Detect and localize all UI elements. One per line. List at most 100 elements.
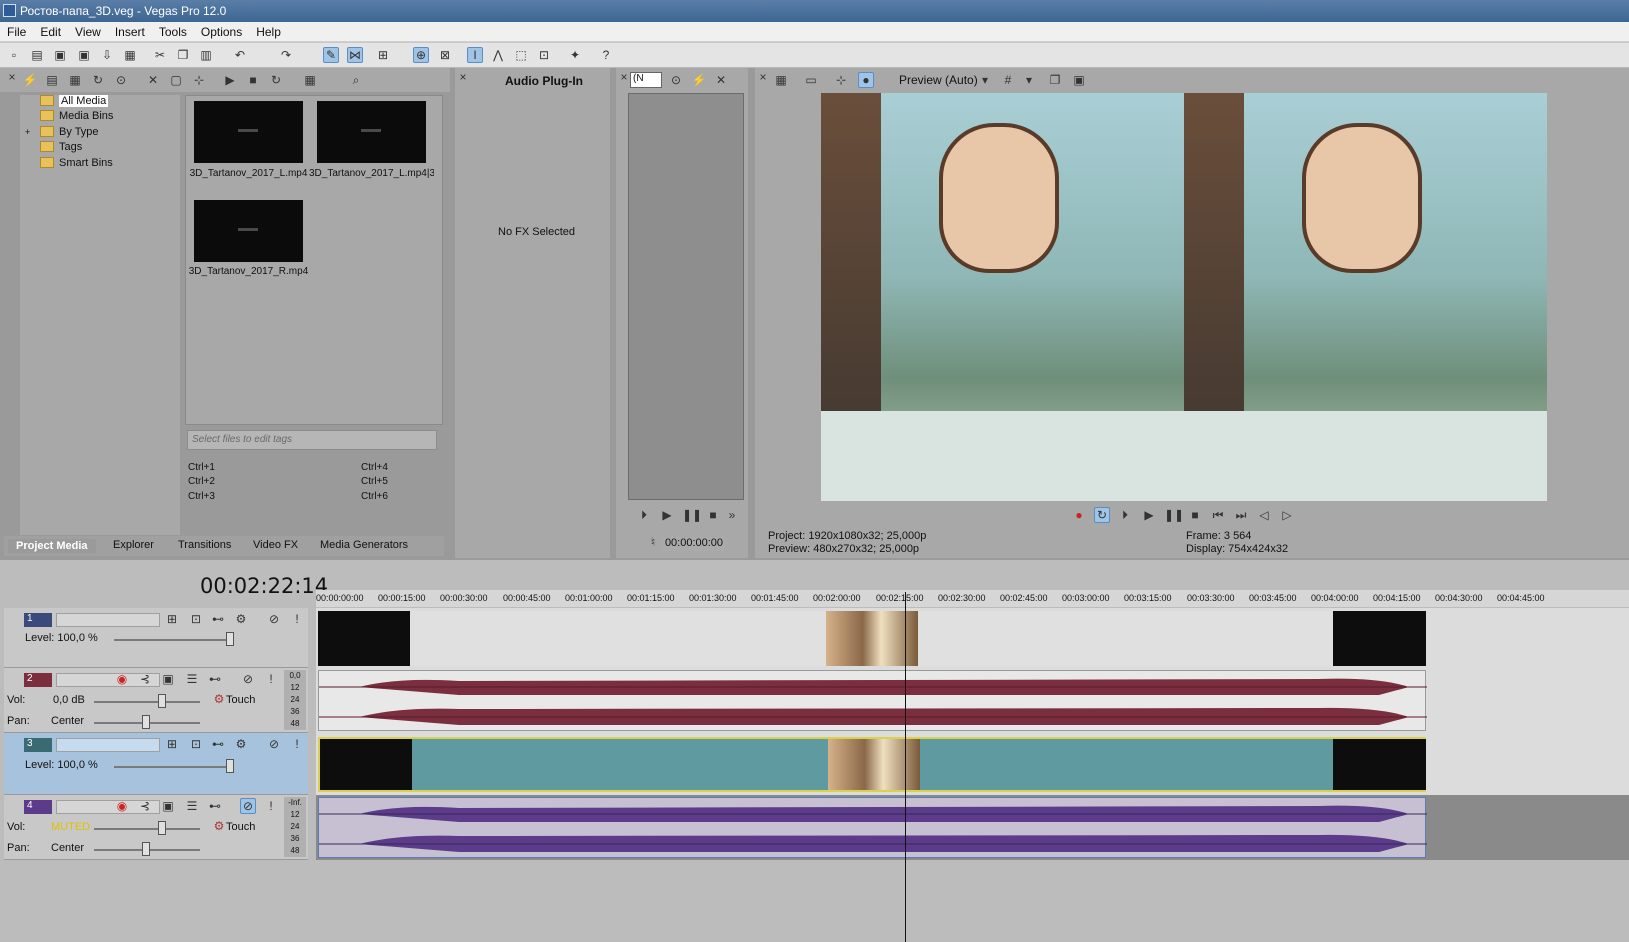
overlays-icon[interactable]: # (1000, 72, 1016, 88)
go-to-start-icon[interactable]: ⏮ (1210, 507, 1226, 523)
tab-video-fx[interactable]: Video FX (253, 539, 298, 551)
search-icon[interactable]: ⌕ (348, 72, 364, 88)
split-screen-icon[interactable]: ⊹ (833, 72, 849, 88)
timeline-cursor[interactable] (905, 592, 906, 942)
invert-phase-icon[interactable]: ⊰ (137, 671, 153, 687)
trimmer-dropdown[interactable]: (N (630, 72, 662, 88)
automation-mode[interactable]: Touch (226, 694, 255, 706)
refresh-icon[interactable]: ↻ (90, 72, 106, 88)
volume-slider[interactable] (94, 701, 200, 703)
media-fx-icon[interactable]: ⊙ (668, 72, 684, 88)
open-icon[interactable]: ▤ (29, 47, 45, 63)
mute-icon[interactable]: ⊘ (266, 736, 282, 752)
track-lane-3[interactable] (316, 733, 1629, 795)
next-frame-icon[interactable]: ▷ (1279, 507, 1295, 523)
track-header-1[interactable]: 1 Level: 100,0 % ⊞ ⊡ ⊷ ⚙ ⊘ ! (4, 608, 308, 668)
audio-event[interactable] (318, 797, 1427, 858)
time-ruler[interactable]: 00:00:00:00 00:00:15:00 00:00:30:00 00:0… (316, 590, 1629, 607)
media-fx-icon[interactable]: ⊙ (113, 72, 129, 88)
send-icon[interactable]: ⊷ (207, 671, 223, 687)
automation-gear-icon[interactable]: ⚙ (211, 818, 227, 834)
tree-node-tags[interactable]: Tags (40, 141, 82, 156)
menu-help[interactable]: Help (249, 22, 288, 39)
whats-this-icon[interactable]: ? (598, 47, 614, 63)
media-plugins-icon[interactable]: ⊹ (191, 72, 207, 88)
menu-view[interactable]: View (68, 22, 108, 39)
tab-transitions[interactable]: Transitions (178, 539, 231, 551)
stop-icon[interactable]: ■ (1187, 507, 1203, 523)
media-thumbnail[interactable] (194, 101, 303, 163)
loop-playback-icon[interactable]: ↻ (1094, 507, 1110, 523)
tab-explorer[interactable]: Explorer (113, 539, 154, 551)
play-icon[interactable]: ▶ (1141, 507, 1157, 523)
automation-mode[interactable]: Touch (226, 821, 255, 833)
envelope-edit-icon[interactable]: ⋈ (347, 47, 363, 63)
tree-node-smart-bins[interactable]: Smart Bins (40, 157, 113, 172)
mute-icon[interactable]: ⊘ (240, 798, 256, 814)
arm-record-icon[interactable]: ◉ (114, 798, 130, 814)
video-event[interactable] (318, 737, 1426, 792)
track-fx-icon[interactable]: ▣ (160, 671, 176, 687)
chevron-down-icon[interactable]: ▾ (1021, 72, 1037, 88)
redo-icon[interactable]: ↷ (278, 47, 294, 63)
external-monitor-icon[interactable]: ▭ (803, 72, 819, 88)
track-lane-4[interactable] (316, 795, 1629, 860)
cut-icon[interactable]: ✂ (152, 47, 168, 63)
track-lane-2[interactable] (316, 668, 1629, 733)
chevron-down-icon[interactable]: ▾ (977, 72, 993, 88)
compositing-icon[interactable]: ⊞ (164, 611, 180, 627)
track-fx-icon[interactable]: ⚙ (233, 736, 249, 752)
go-to-end-icon[interactable]: ⏭ (1233, 507, 1249, 523)
play-icon[interactable]: ▶ (659, 507, 675, 523)
views-icon[interactable]: ▦ (302, 72, 318, 88)
snap-icon[interactable]: ⊞ (375, 47, 391, 63)
tab-media-generators[interactable]: Media Generators (320, 539, 408, 551)
video-event[interactable] (318, 611, 1426, 666)
arm-record-icon[interactable]: ◉ (114, 671, 130, 687)
tree-node-all-media[interactable]: All Media (40, 95, 109, 110)
audio-event[interactable] (318, 670, 1427, 731)
undo-icon[interactable]: ↶ (232, 47, 248, 63)
track-fx-icon[interactable]: ⚙ (233, 611, 249, 627)
mute-icon[interactable]: ⊘ (240, 671, 256, 687)
expand-icon[interactable]: + (25, 127, 30, 137)
volume-slider-knob[interactable] (158, 821, 166, 835)
lightning-icon[interactable]: ⚡ (691, 72, 707, 88)
level-slider-knob[interactable] (226, 759, 234, 773)
compositing-icon[interactable]: ⊞ (164, 736, 180, 752)
paste-icon[interactable]: ▥ (198, 47, 214, 63)
pause-icon[interactable]: ❚❚ (682, 507, 702, 523)
normal-edit-tool-icon[interactable]: I (467, 47, 483, 63)
mute-icon[interactable]: ⊘ (266, 611, 282, 627)
volume-slider[interactable] (94, 828, 200, 830)
level-slider[interactable] (114, 766, 234, 768)
track-name-field[interactable] (56, 613, 160, 627)
close-panel-icon[interactable]: × (455, 69, 471, 85)
copy-icon[interactable]: ❐ (175, 47, 191, 63)
menu-options[interactable]: Options (194, 22, 249, 39)
volume-slider-knob[interactable] (158, 694, 166, 708)
save-icon[interactable]: ▣ (52, 47, 68, 63)
track-motion-icon[interactable]: ⊡ (188, 736, 204, 752)
clear-icon[interactable]: ✕ (713, 72, 729, 88)
solo-icon[interactable]: ! (263, 798, 279, 814)
automation-gear-icon[interactable]: ⚙ (211, 691, 227, 707)
menu-edit[interactable]: Edit (33, 22, 68, 39)
envelope-tool-icon[interactable]: ⋀ (490, 47, 506, 63)
send-icon[interactable]: ⊷ (207, 798, 223, 814)
import-media-icon[interactable]: ⚡ (22, 72, 38, 88)
save-as-icon[interactable]: ▣ (76, 47, 92, 63)
track-lane-1[interactable] (316, 608, 1629, 668)
play-from-start-icon[interactable]: ⏵ (636, 507, 652, 523)
preview-fx-icon[interactable]: ● (858, 72, 874, 88)
more-icon[interactable]: » (724, 507, 740, 523)
get-media-icon[interactable]: ▦ (67, 72, 83, 88)
level-slider-knob[interactable] (226, 632, 234, 646)
automation-icon[interactable]: ☰ (184, 671, 200, 687)
tag-input[interactable]: Select files to edit tags (187, 430, 437, 450)
lock-envelopes-icon[interactable]: ⊕ (413, 47, 429, 63)
auto-ripple-icon[interactable]: ✎ (323, 47, 339, 63)
remove-media-icon[interactable]: ✕ (145, 72, 161, 88)
tab-project-media[interactable]: Project Media (8, 539, 96, 553)
solo-icon[interactable]: ! (289, 611, 305, 627)
